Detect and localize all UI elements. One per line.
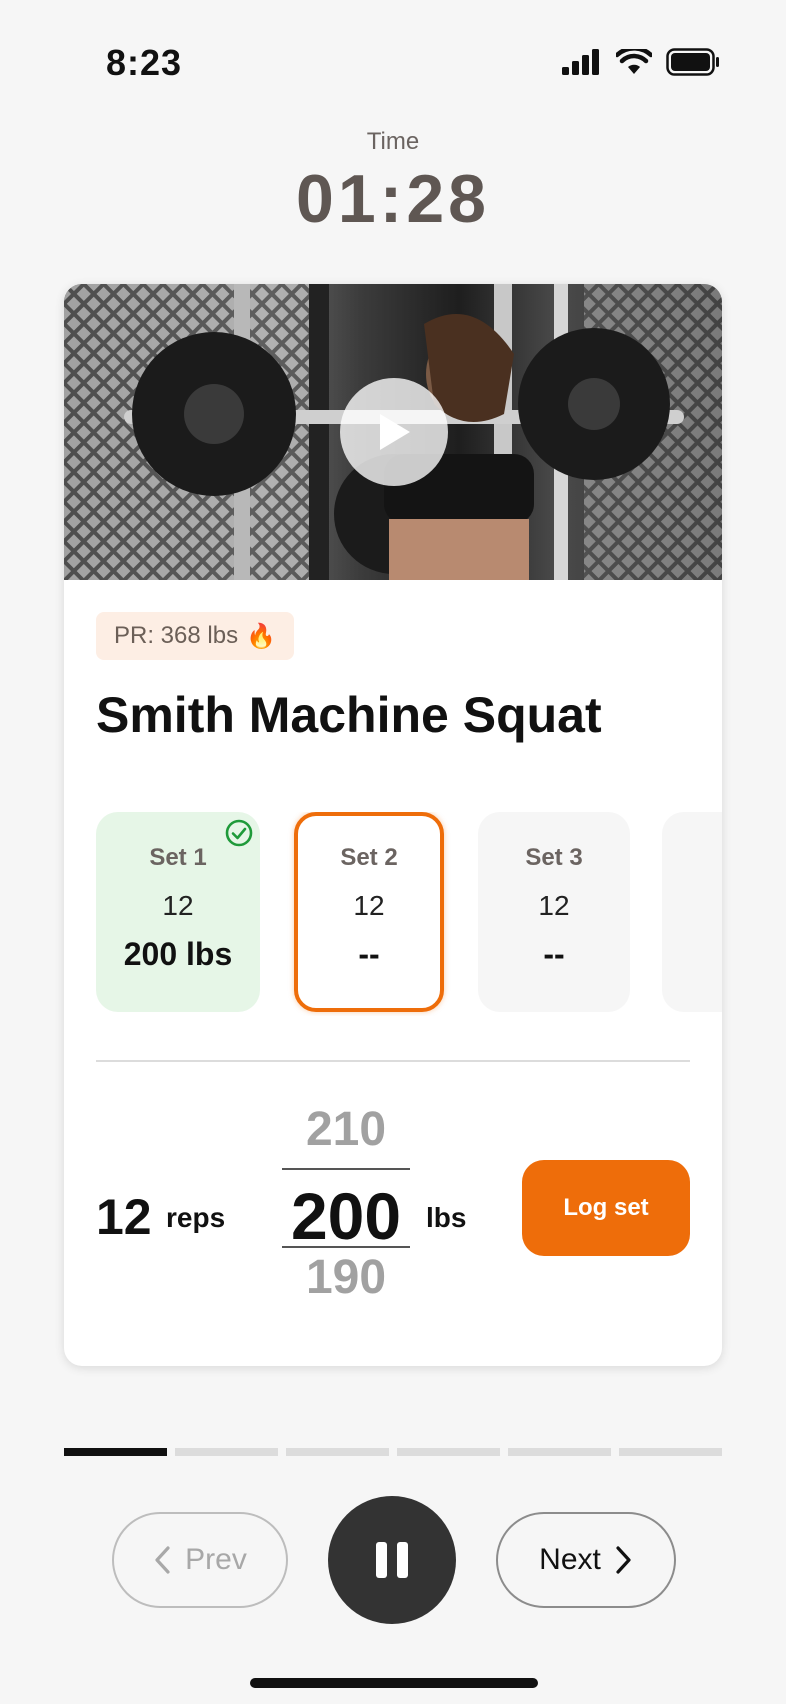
set-card-3[interactable]: Set 3 12 -- bbox=[478, 812, 630, 1012]
progress-segment bbox=[508, 1448, 611, 1456]
divider bbox=[96, 1060, 690, 1062]
set-name: Set 3 bbox=[525, 844, 583, 871]
reps-value[interactable]: 12 bbox=[96, 1188, 152, 1246]
status-icons bbox=[562, 48, 720, 76]
home-indicator bbox=[250, 1678, 538, 1688]
check-circle-icon bbox=[225, 819, 253, 847]
set-reps: 12 bbox=[538, 890, 570, 921]
prev-button[interactable]: Prev bbox=[112, 1512, 288, 1608]
status-bar: 8:23 bbox=[0, 0, 786, 120]
exercise-title: Smith Machine Squat bbox=[96, 687, 602, 743]
set-name: Set 1 bbox=[149, 844, 207, 871]
picker-divider-bottom bbox=[282, 1246, 410, 1248]
set-weight: -- bbox=[358, 936, 380, 972]
weight-option-below[interactable]: 190 bbox=[282, 1250, 410, 1305]
set-name: Set 2 bbox=[340, 844, 398, 871]
timer-label: Time bbox=[366, 128, 420, 155]
set-card-1[interactable]: Set 1 12 200 lbs bbox=[96, 812, 260, 1012]
progress-segment bbox=[286, 1448, 389, 1456]
weight-unit: lbs bbox=[426, 1202, 467, 1233]
chevron-right-icon bbox=[616, 1546, 631, 1574]
log-set-button[interactable]: Log set bbox=[522, 1160, 690, 1256]
wifi-icon bbox=[616, 49, 652, 74]
weight-option-above[interactable]: 210 bbox=[282, 1102, 410, 1157]
set-weight: -- bbox=[543, 936, 565, 972]
reps-unit: reps bbox=[166, 1202, 226, 1233]
progress-segment bbox=[619, 1448, 722, 1456]
next-label: Next bbox=[539, 1543, 601, 1576]
set-card-2[interactable]: Set 2 12 -- bbox=[294, 812, 444, 1012]
chevron-left-icon bbox=[155, 1546, 170, 1574]
pr-badge: PR: 368 lbs 🔥 bbox=[96, 612, 294, 660]
set-reps: 12 bbox=[162, 890, 194, 921]
battery-icon bbox=[666, 48, 719, 76]
picker-divider-top bbox=[282, 1168, 410, 1170]
play-button[interactable] bbox=[340, 378, 448, 486]
next-button[interactable]: Next bbox=[496, 1512, 676, 1608]
exercise-card: PR: 368 lbs 🔥 Smith Machine Squat Set 1 … bbox=[64, 284, 722, 1366]
set-name: S bbox=[662, 844, 722, 872]
pause-button[interactable] bbox=[328, 1496, 456, 1624]
status-time: 8:23 bbox=[106, 42, 183, 83]
pr-text: PR: 368 lbs bbox=[114, 622, 239, 649]
pause-icon bbox=[376, 1542, 408, 1578]
play-icon bbox=[380, 414, 410, 450]
timer-value: 01:28 bbox=[296, 161, 490, 237]
progress-segment bbox=[175, 1448, 278, 1456]
workout-progress bbox=[64, 1448, 722, 1456]
weight-selected[interactable]: 200 bbox=[282, 1178, 410, 1254]
weight-picker[interactable]: 210 200 190 bbox=[282, 1094, 410, 1314]
exercise-video[interactable] bbox=[64, 284, 722, 580]
prev-label: Prev bbox=[185, 1543, 247, 1576]
fire-icon: 🔥 bbox=[246, 622, 276, 650]
set-logger: 12 reps 210 200 190 lbs Log set bbox=[96, 1094, 690, 1314]
progress-segment bbox=[397, 1448, 500, 1456]
set-reps: 12 bbox=[353, 890, 385, 921]
set-card-4[interactable]: S bbox=[662, 812, 722, 1012]
workout-timer: Time 01:28 bbox=[0, 128, 786, 238]
signal-icon bbox=[562, 49, 599, 75]
set-weight: 200 lbs bbox=[123, 936, 233, 972]
progress-segment bbox=[64, 1448, 167, 1456]
sets-carousel[interactable]: Set 1 12 200 lbs Set 2 12 -- Set 3 12 --… bbox=[96, 812, 722, 1016]
